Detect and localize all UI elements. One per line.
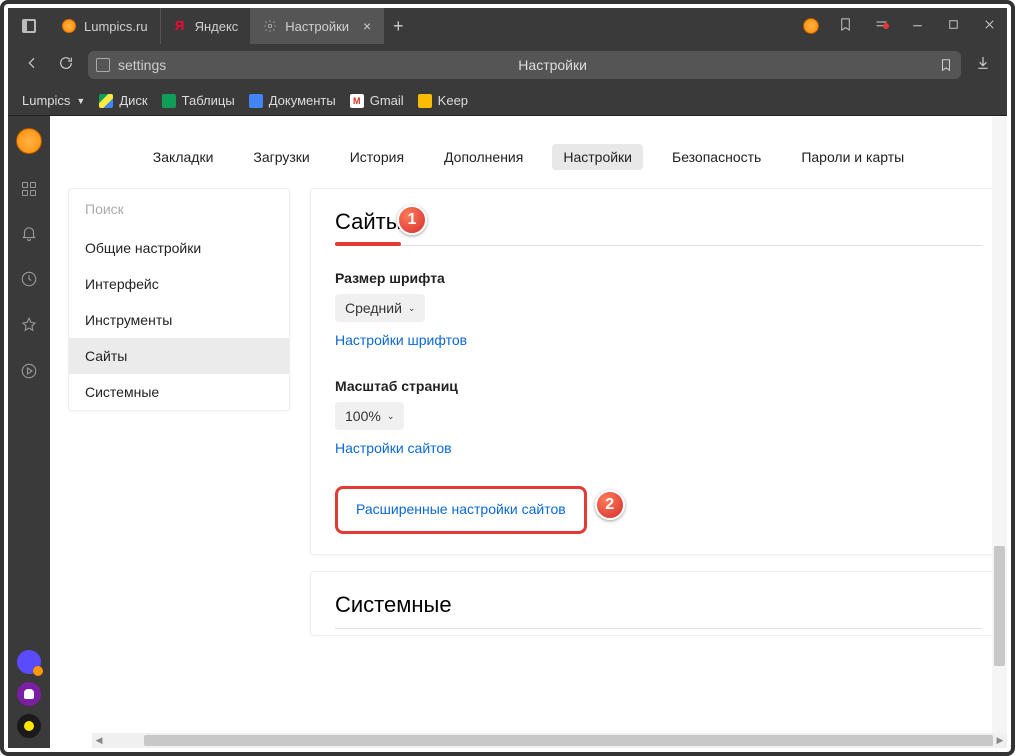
bookmark-docs[interactable]: Документы <box>249 93 336 108</box>
docs-icon <box>249 94 263 108</box>
reload-button[interactable] <box>54 51 78 80</box>
sidebar-item-interface[interactable]: Интерфейс <box>69 266 289 302</box>
topnav-security[interactable]: Безопасность <box>661 144 772 170</box>
tab-settings[interactable]: Настройки × <box>251 8 384 44</box>
chevron-down-icon: ⌄ <box>408 303 416 314</box>
bookmark-drive[interactable]: Диск <box>99 93 147 108</box>
bell-icon[interactable] <box>20 224 38 242</box>
yandex-icon: Я <box>173 19 187 33</box>
gmail-icon: M <box>350 94 364 108</box>
zoom-select[interactable]: 100%⌄ <box>335 402 404 430</box>
search-input[interactable]: Поиск <box>69 189 289 230</box>
annotation-bubble-2: 2 <box>595 490 625 520</box>
topnav-history[interactable]: История <box>339 144 415 170</box>
minimize-button[interactable] <box>899 17 935 35</box>
drive-icon <box>99 94 113 108</box>
lumpics-icon <box>62 19 76 33</box>
chevron-down-icon: ⌄ <box>387 411 395 422</box>
site-settings-link[interactable]: Настройки сайтов <box>335 440 452 456</box>
side-rail <box>8 116 50 748</box>
advanced-sites-link[interactable]: Расширенные настройки сайтов <box>356 501 566 517</box>
bookmarks-folder[interactable]: Lumpics▼ <box>22 93 85 108</box>
address-bar: settings Настройки <box>8 44 1007 86</box>
topnav-downloads[interactable]: Загрузки <box>242 144 320 170</box>
close-icon[interactable]: × <box>363 18 371 34</box>
title-bar: Lumpics.ru Я Яндекс Настройки × + <box>8 8 1007 44</box>
tab-label: Настройки <box>285 19 349 34</box>
horizontal-scrollbar[interactable]: ◀ ▶ <box>92 733 1007 748</box>
sheets-icon <box>162 94 176 108</box>
rail-chat-icon[interactable] <box>17 650 41 674</box>
zoom-label: Масштаб страниц <box>335 378 982 394</box>
topnav-settings[interactable]: Настройки <box>552 144 643 170</box>
keep-icon <box>418 94 432 108</box>
bookmarks-bar: Lumpics▼ Диск Таблицы Документы MGmail K… <box>8 86 1007 116</box>
topnav-passwords[interactable]: Пароли и карты <box>790 144 915 170</box>
font-size-label: Размер шрифта <box>335 270 982 286</box>
vertical-scrollbar[interactable] <box>992 116 1007 733</box>
scroll-right-icon[interactable]: ▶ <box>993 733 1007 748</box>
favorites-button[interactable] <box>827 17 863 35</box>
back-button[interactable] <box>20 51 44 80</box>
topnav-bookmarks[interactable]: Закладки <box>142 144 225 170</box>
tab-lumpics[interactable]: Lumpics.ru <box>50 8 161 44</box>
font-settings-link[interactable]: Настройки шрифтов <box>335 332 467 348</box>
settings-topnav: Закладки Загрузки История Дополнения Нас… <box>50 116 1007 188</box>
rail-yandex-icon[interactable] <box>17 714 41 738</box>
gear-icon <box>263 19 277 33</box>
annotation-underline <box>335 242 401 246</box>
new-tab-button[interactable]: + <box>384 16 412 37</box>
rail-alice-icon[interactable] <box>17 682 41 706</box>
sidebar-item-system[interactable]: Системные <box>69 374 289 410</box>
bookmark-sheets[interactable]: Таблицы <box>162 93 235 108</box>
tableau-icon[interactable] <box>22 182 36 196</box>
bookmark-gmail[interactable]: MGmail <box>350 93 404 108</box>
play-icon[interactable] <box>20 362 38 380</box>
sidebar-item-general[interactable]: Общие настройки <box>69 230 289 266</box>
extensions-button[interactable] <box>863 17 899 35</box>
panel-heading: Сайты <box>335 209 982 246</box>
addr-title: Настройки <box>174 57 931 73</box>
sidebar-item-sites[interactable]: Сайты <box>69 338 289 374</box>
profile-avatar[interactable] <box>803 18 819 34</box>
rail-avatar[interactable] <box>16 128 42 154</box>
bookmark-icon[interactable] <box>939 58 953 72</box>
content-area: Закладки Загрузки История Дополнения Нас… <box>50 116 1007 748</box>
star-icon[interactable] <box>20 316 38 334</box>
close-button[interactable] <box>971 17 1007 35</box>
bookmark-keep[interactable]: Keep <box>418 93 468 108</box>
sidebar-toggle-icon[interactable] <box>22 19 36 33</box>
topnav-addons[interactable]: Дополнения <box>433 144 534 170</box>
annotation-bubble-1: 1 <box>397 205 427 235</box>
downloads-button[interactable] <box>971 51 995 80</box>
maximize-button[interactable] <box>935 17 971 35</box>
page-icon <box>96 58 110 72</box>
panel-sites: Сайты 1 Размер шрифта Средний⌄ Настройки… <box>310 188 1007 555</box>
panel-heading: Системные <box>335 592 982 629</box>
scroll-left-icon[interactable]: ◀ <box>92 733 106 748</box>
tab-label: Яндекс <box>195 19 239 34</box>
history-icon[interactable] <box>20 270 38 288</box>
font-size-select[interactable]: Средний⌄ <box>335 294 425 322</box>
settings-sidebar: Поиск Общие настройки Интерфейс Инструме… <box>68 188 290 411</box>
sidebar-item-tools[interactable]: Инструменты <box>69 302 289 338</box>
url-text: settings <box>118 57 166 73</box>
url-box[interactable]: settings Настройки <box>88 51 961 79</box>
annotation-frame: Расширенные настройки сайтов <box>335 486 587 534</box>
tab-yandex[interactable]: Я Яндекс <box>161 8 252 44</box>
panel-system: Системные <box>310 571 1007 636</box>
tab-label: Lumpics.ru <box>84 19 148 34</box>
